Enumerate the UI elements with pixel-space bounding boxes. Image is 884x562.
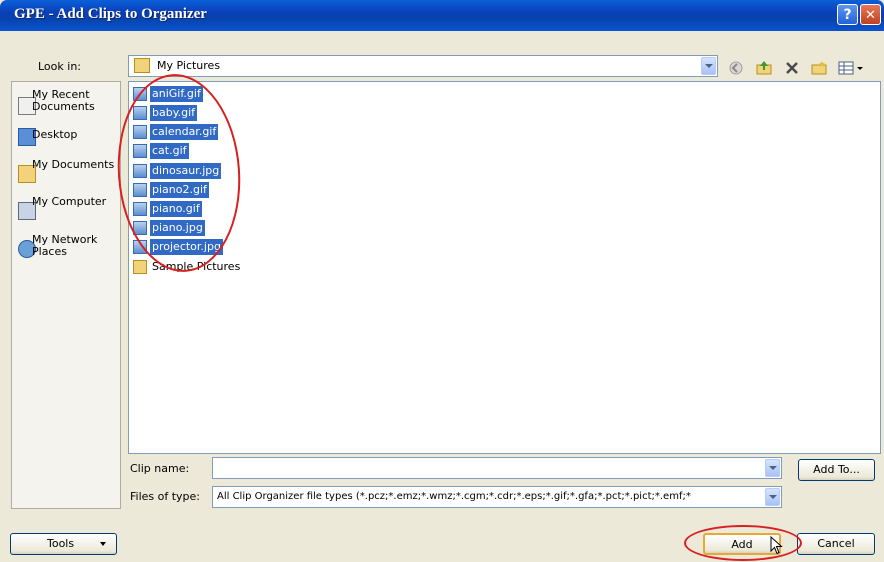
chevron-down-icon[interactable] <box>765 459 780 477</box>
image-file-icon <box>133 183 147 197</box>
files-of-type-value: All Clip Organizer file types (*.pcz;*.e… <box>217 491 691 502</box>
places-bar: My Recent Documents Desktop My Documents… <box>11 81 121 509</box>
tools-button[interactable]: Tools <box>10 533 117 555</box>
folder-icon <box>133 260 147 274</box>
tools-button-label: Tools <box>47 537 75 550</box>
window-title: GPE - Add Clips to Organizer <box>14 6 207 22</box>
image-file-icon <box>133 240 147 254</box>
help-button[interactable]: ? <box>837 4 858 25</box>
chevron-down-icon[interactable] <box>701 57 716 75</box>
places-item-label: My Documents <box>32 158 115 171</box>
new-folder-icon[interactable] <box>811 60 827 76</box>
places-item-my-computer[interactable]: My Computer <box>12 196 120 226</box>
image-file-icon <box>133 106 147 120</box>
back-icon[interactable] <box>728 60 744 76</box>
views-icon[interactable] <box>838 60 864 76</box>
add-clips-dialog: GPE - Add Clips to Organizer ? ✕ Look in… <box>0 0 884 562</box>
file-list[interactable]: aniGif.gif baby.gif calendar.gif cat.gif… <box>128 81 881 454</box>
files-of-type-dropdown[interactable]: All Clip Organizer file types (*.pcz;*.e… <box>212 486 782 508</box>
close-button[interactable]: ✕ <box>860 4 881 25</box>
chevron-down-icon <box>100 542 106 546</box>
look-in-value: My Pictures <box>157 59 221 72</box>
places-item-label: My Computer <box>32 195 107 208</box>
pictures-folder-icon <box>134 58 150 73</box>
files-of-type-label: Files of type: <box>130 490 201 503</box>
places-item-my-documents[interactable]: My Documents <box>12 159 120 189</box>
places-item-desktop[interactable]: Desktop <box>12 127 120 146</box>
look-in-dropdown[interactable]: My Pictures <box>128 55 718 77</box>
places-item-label: Desktop <box>32 128 78 141</box>
places-item-label: My Recent Documents <box>32 88 95 113</box>
delete-icon[interactable] <box>784 60 800 76</box>
image-file-icon <box>133 125 147 139</box>
image-file-icon <box>133 202 147 216</box>
mouse-cursor-icon <box>770 536 783 555</box>
title-bar[interactable]: GPE - Add Clips to Organizer ? ✕ <box>0 0 884 31</box>
cancel-button[interactable]: Cancel <box>797 533 875 555</box>
look-in-label: Look in: <box>38 60 81 73</box>
places-item-network-places[interactable]: My Network Places <box>12 234 120 264</box>
image-file-icon <box>133 164 147 178</box>
image-file-icon <box>133 144 147 158</box>
places-item-recent-documents[interactable]: My Recent Documents <box>12 89 120 119</box>
places-item-label: My Network Places <box>32 233 98 258</box>
image-file-icon <box>133 87 147 101</box>
clip-name-input[interactable] <box>212 457 782 479</box>
add-to-button[interactable]: Add To... <box>798 459 875 481</box>
up-folder-icon[interactable] <box>756 60 772 76</box>
chevron-down-icon[interactable] <box>765 488 780 506</box>
image-file-icon <box>133 221 147 235</box>
clip-name-label: Clip name: <box>130 462 190 475</box>
